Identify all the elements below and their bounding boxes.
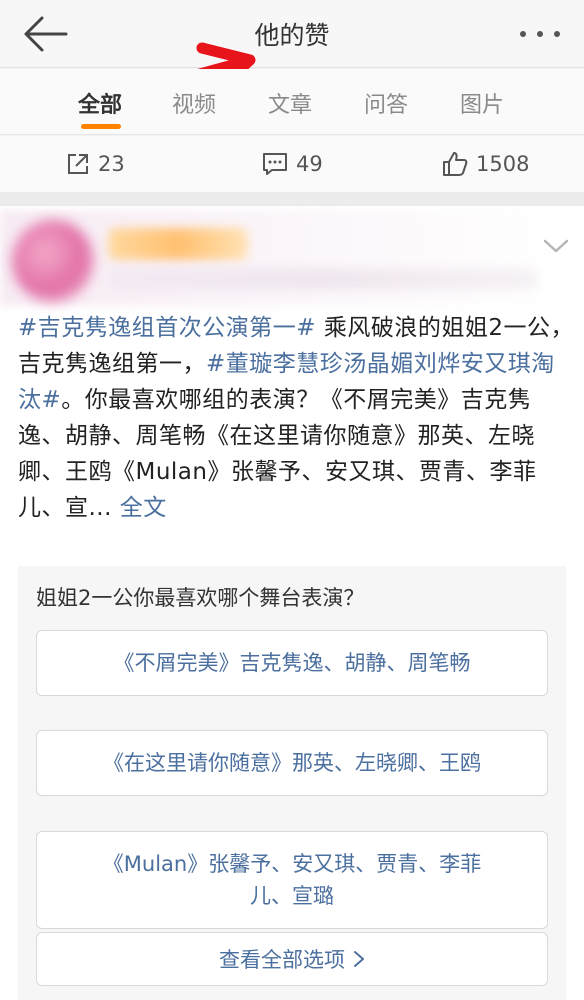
tab-qa[interactable]: 问答: [364, 87, 408, 119]
post-meta-blurred: [108, 268, 538, 290]
section-divider: [0, 192, 584, 206]
page-title: 他的赞: [254, 21, 330, 50]
more-dots-icon: [520, 31, 526, 37]
post-card: #吉克隽逸组首次公演第一# 乘风破浪的姐姐2一公，吉克隽逸组第一，#董璇李慧珍汤…: [0, 206, 584, 1000]
poll-option[interactable]: 《不屑完美》吉克隽逸、胡静、周笔畅: [36, 630, 548, 696]
tab-images[interactable]: 图片: [460, 87, 504, 119]
poll-card: 姐姐2一公你最喜欢哪个舞台表演？ 《不屑完美》吉克隽逸、胡静、周笔畅 《在这里请…: [18, 566, 566, 1000]
more-options-button[interactable]: [516, 18, 564, 50]
category-tabs: 全部 视频 文章 问答 图片: [0, 69, 584, 135]
top-navbar: 他的赞: [0, 0, 584, 68]
chevron-right-icon: [354, 951, 364, 967]
avatar[interactable]: [12, 220, 94, 302]
share-button[interactable]: 23: [66, 149, 125, 179]
poll-question: 姐姐2一公你最喜欢哪个舞台表演？: [36, 586, 365, 610]
tab-video[interactable]: 视频: [172, 87, 216, 119]
share-count: 23: [98, 152, 125, 176]
comment-button[interactable]: 49: [262, 149, 323, 179]
full-text-link[interactable]: 全文: [120, 495, 167, 521]
poll-option[interactable]: 《Mulan》张馨予、安又琪、贾青、李菲儿、宣璐: [36, 831, 548, 929]
comment-count: 49: [296, 152, 323, 176]
post-menu-button[interactable]: [540, 234, 572, 258]
chevron-down-icon: [543, 239, 569, 253]
comment-icon: [263, 153, 287, 175]
like-count: 1508: [476, 152, 530, 176]
post-body: #吉克隽逸组首次公演第一# 乘风破浪的姐姐2一公，吉克隽逸组第一，#董璇李慧珍汤…: [18, 310, 578, 526]
view-all-options-button[interactable]: 查看全部选项: [36, 932, 548, 986]
like-button[interactable]: 1508: [442, 149, 529, 179]
view-all-label: 查看全部选项: [219, 948, 345, 972]
tab-article[interactable]: 文章: [268, 87, 312, 119]
active-tab-indicator: [81, 124, 121, 129]
poll-option[interactable]: 《在这里请你随意》那英、左晓卿、王鸥: [36, 730, 548, 796]
share-icon: [68, 154, 88, 174]
stats-bar: 23 49 1508: [0, 136, 584, 192]
topic-link[interactable]: #吉克隽逸组首次公演第一#: [18, 315, 316, 341]
username-blurred[interactable]: [108, 228, 248, 260]
thumbs-up-icon: [443, 152, 468, 176]
post-text-segment: 。你最喜欢哪组的表演？《不屑完美》吉克隽逸、胡静、周笔畅《在这里请你随意》那英、…: [18, 387, 537, 521]
tab-all[interactable]: 全部: [78, 87, 122, 119]
